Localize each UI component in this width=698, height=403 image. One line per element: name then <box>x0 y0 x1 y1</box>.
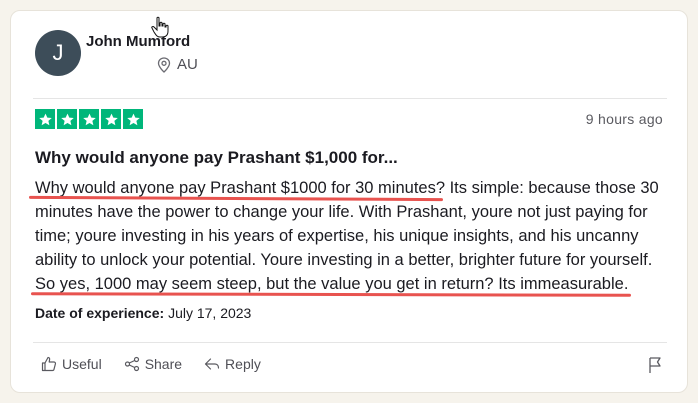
reviewer-location: AU <box>157 56 198 73</box>
star-rating <box>35 109 143 129</box>
footer-divider <box>33 342 667 343</box>
location-pin-icon <box>157 56 171 73</box>
review-card: J John Mumford AU 9 hours ago Why would … <box>10 10 688 393</box>
date-of-experience-label: Date of experience: <box>35 305 165 321</box>
star-icon <box>101 109 121 129</box>
reviewer-country: AU <box>177 56 198 73</box>
useful-button[interactable]: Useful <box>41 356 102 372</box>
review-title[interactable]: Why would anyone pay Prashant $1,000 for… <box>35 148 398 168</box>
highlight-underline-2 <box>30 292 632 297</box>
avatar-initial: J <box>52 40 64 65</box>
date-of-experience-value: July 17, 2023 <box>168 305 252 321</box>
share-button[interactable]: Share <box>124 356 182 372</box>
share-label: Share <box>144 356 183 372</box>
header-divider <box>33 98 667 99</box>
reply-label: Reply <box>225 356 261 372</box>
review-body: Why would anyone pay Prashant $1000 for … <box>35 179 659 293</box>
star-icon <box>57 109 77 129</box>
star-icon <box>35 109 55 129</box>
star-icon <box>123 109 143 129</box>
share-icon <box>124 356 139 372</box>
reply-arrow-icon <box>204 358 220 370</box>
reviewer-name[interactable]: John Mumford <box>86 33 190 50</box>
review-actions: Useful Share Reply <box>41 356 261 372</box>
thumbs-up-icon <box>41 356 57 372</box>
date-of-experience: Date of experience: July 17, 2023 <box>35 305 251 321</box>
review-timestamp: 9 hours ago <box>585 111 663 127</box>
reply-button[interactable]: Reply <box>204 356 261 372</box>
star-icon <box>79 109 99 129</box>
flag-icon[interactable] <box>647 356 663 374</box>
useful-label: Useful <box>62 356 102 372</box>
avatar[interactable]: J <box>35 30 81 76</box>
hand-cursor-icon <box>151 16 169 38</box>
